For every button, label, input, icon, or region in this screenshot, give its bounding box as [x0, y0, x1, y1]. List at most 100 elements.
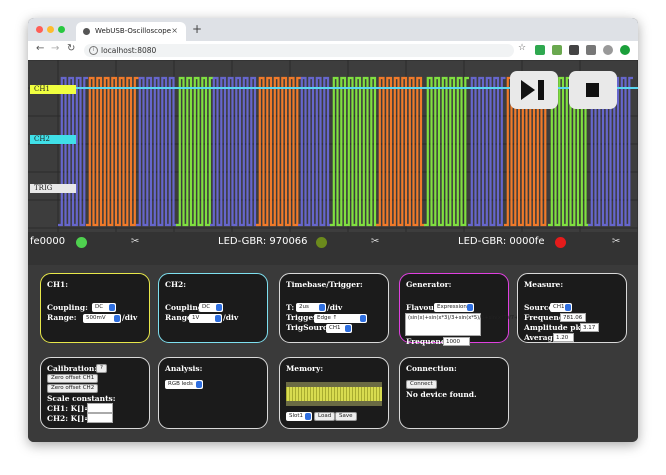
- status-text-2: LED-GBR: 970066: [218, 236, 308, 247]
- signal-trace: [256, 76, 301, 227]
- calibration-title: Calibration:: [47, 364, 98, 373]
- status-text-1: fe0000: [30, 236, 66, 247]
- stop-icon: [586, 83, 599, 97]
- ch2-range-select[interactable]: 1V: [189, 314, 222, 323]
- trig-marker[interactable]: TRIG: [30, 184, 76, 193]
- browser-toolbar: ← → ↻ i localhost:8080 ☆: [28, 41, 638, 61]
- trigger-select[interactable]: Edge ↑: [314, 314, 367, 323]
- scissors-icon[interactable]: ✂: [612, 236, 620, 247]
- memory-pattern: [331, 387, 332, 401]
- memory-pattern: [304, 387, 305, 401]
- memory-pattern: [319, 387, 320, 401]
- ch1-title: CH1:: [47, 280, 69, 289]
- calibration-panel: Calibration: ? Zero offset CH1 Zero offs…: [40, 357, 150, 429]
- memory-save-button[interactable]: Save: [335, 412, 357, 421]
- memory-pattern: [343, 387, 344, 401]
- info-icon[interactable]: i: [89, 46, 98, 55]
- zero-offset-ch2-button[interactable]: Zero offset CH2: [47, 384, 99, 393]
- memory-pattern: [292, 387, 293, 401]
- signal-trace: [424, 76, 469, 227]
- maximize-window-icon[interactable]: [58, 26, 65, 33]
- stop-button[interactable]: [569, 71, 617, 109]
- forward-button[interactable]: →: [51, 43, 59, 54]
- ch2-coupling-select[interactable]: DC: [199, 303, 223, 312]
- ch1-range-select[interactable]: 500mV: [83, 314, 121, 323]
- address-bar[interactable]: i localhost:8080: [84, 44, 514, 57]
- ch1-range-label: Range:: [47, 313, 77, 322]
- oscilloscope-display[interactable]: CH1 CH2 TRIG fe0000 ✂ LED-GBR: 970066 ✂ …: [28, 60, 638, 265]
- extension-shield-icon[interactable]: [552, 45, 562, 55]
- memory-load-button[interactable]: Load: [314, 412, 336, 421]
- ch2-unit: /div: [223, 313, 239, 322]
- connection-status: No device found.: [406, 390, 477, 399]
- scissors-icon[interactable]: ✂: [131, 236, 139, 247]
- memory-preview[interactable]: [286, 382, 382, 406]
- memory-pattern: [295, 387, 296, 401]
- expression-textarea[interactable]: (sin(x)+sin(x*3)/3+sin(x*5)/5+sin(x*7)/7…: [405, 313, 587, 336]
- memory-pattern: [340, 387, 341, 401]
- memory-title: Memory:: [286, 364, 324, 373]
- amplitude-value: 3.17 V: [580, 323, 599, 332]
- memory-pattern: [322, 387, 323, 401]
- memory-pattern: [328, 387, 329, 401]
- memory-pattern: [316, 387, 317, 401]
- star-icon[interactable]: ☆: [518, 43, 526, 53]
- memory-pattern: [337, 387, 338, 401]
- extension-check-icon[interactable]: [535, 45, 545, 55]
- reading-list-icon[interactable]: [586, 45, 596, 55]
- connect-button[interactable]: Connect: [406, 380, 437, 389]
- close-window-icon[interactable]: [36, 26, 43, 33]
- measure-source-select[interactable]: CH1: [550, 303, 572, 312]
- memory-pattern: [352, 387, 353, 401]
- play-pause-button[interactable]: [510, 71, 558, 109]
- memory-pattern: [334, 387, 335, 401]
- trigsource-select[interactable]: CH1: [326, 324, 352, 333]
- tab-close-icon[interactable]: ×: [171, 26, 178, 35]
- gen-frequency-input[interactable]: 1000: [443, 337, 470, 346]
- connection-panel: Connection: Connect No device found.: [399, 357, 509, 429]
- timebase-panel: Timebase/Trigger: T: 2us /div Trigger: E…: [279, 273, 389, 343]
- led-indicator-2: [316, 237, 327, 248]
- scale-constants-label: Scale constants:: [47, 394, 116, 403]
- connection-title: Connection:: [406, 364, 457, 373]
- memory-pattern: [313, 387, 314, 401]
- ch1-marker[interactable]: CH1: [30, 85, 76, 94]
- memory-pattern: [361, 387, 362, 401]
- timebase-title: Timebase/Trigger:: [286, 280, 363, 289]
- memory-pattern: [358, 387, 359, 401]
- calibration-help-button[interactable]: ?: [96, 364, 107, 373]
- minimize-window-icon[interactable]: [47, 26, 54, 33]
- memory-panel: Memory: Slot1 Load Save: [279, 357, 389, 429]
- timebase-select[interactable]: 2us: [296, 303, 326, 312]
- flavour-select[interactable]: Expression: [434, 303, 474, 312]
- ch1-k-input[interactable]: [87, 403, 113, 413]
- tab-bar: WebUSB-Oscilloscope × +: [28, 18, 638, 41]
- ch2-marker[interactable]: CH2: [30, 135, 76, 144]
- new-tab-button[interactable]: +: [192, 22, 202, 36]
- ch1-k-label: CH1: K[]=: [47, 404, 91, 413]
- memory-pattern: [298, 387, 299, 401]
- analysis-select[interactable]: RGB leds: [165, 380, 203, 389]
- status-strip: [28, 232, 638, 265]
- extension-grid-icon[interactable]: [569, 45, 579, 55]
- scissors-icon[interactable]: ✂: [371, 236, 379, 247]
- ch1-unit: /div: [122, 313, 138, 322]
- avatar-icon[interactable]: [603, 45, 613, 55]
- measure-panel: Measure: Source: CH1 Frequency: 781.06 k…: [517, 273, 627, 343]
- ch2-k-input[interactable]: [87, 413, 113, 423]
- browser-tab[interactable]: WebUSB-Oscilloscope ×: [76, 22, 186, 41]
- average-value: 1.20 V: [553, 333, 574, 342]
- ch1-coupling-label: Coupling:: [47, 303, 88, 312]
- memory-pattern: [325, 387, 326, 401]
- browser-window: WebUSB-Oscilloscope × + ← → ↻ i localhos…: [28, 18, 638, 442]
- ch2-k-label: CH2: K[]=: [47, 414, 91, 423]
- memory-pattern: [379, 387, 380, 401]
- memory-pattern: [349, 387, 350, 401]
- ch2-panel: CH2: Coupling: DC Range: 1V /div: [158, 273, 268, 343]
- update-icon[interactable]: [620, 45, 630, 55]
- reload-button[interactable]: ↻: [67, 43, 75, 54]
- back-button[interactable]: ←: [36, 43, 44, 54]
- memory-slot-select[interactable]: Slot1: [286, 412, 312, 421]
- ch1-coupling-select[interactable]: DC: [92, 303, 116, 312]
- zero-offset-ch1-button[interactable]: Zero offset CH1: [47, 374, 99, 383]
